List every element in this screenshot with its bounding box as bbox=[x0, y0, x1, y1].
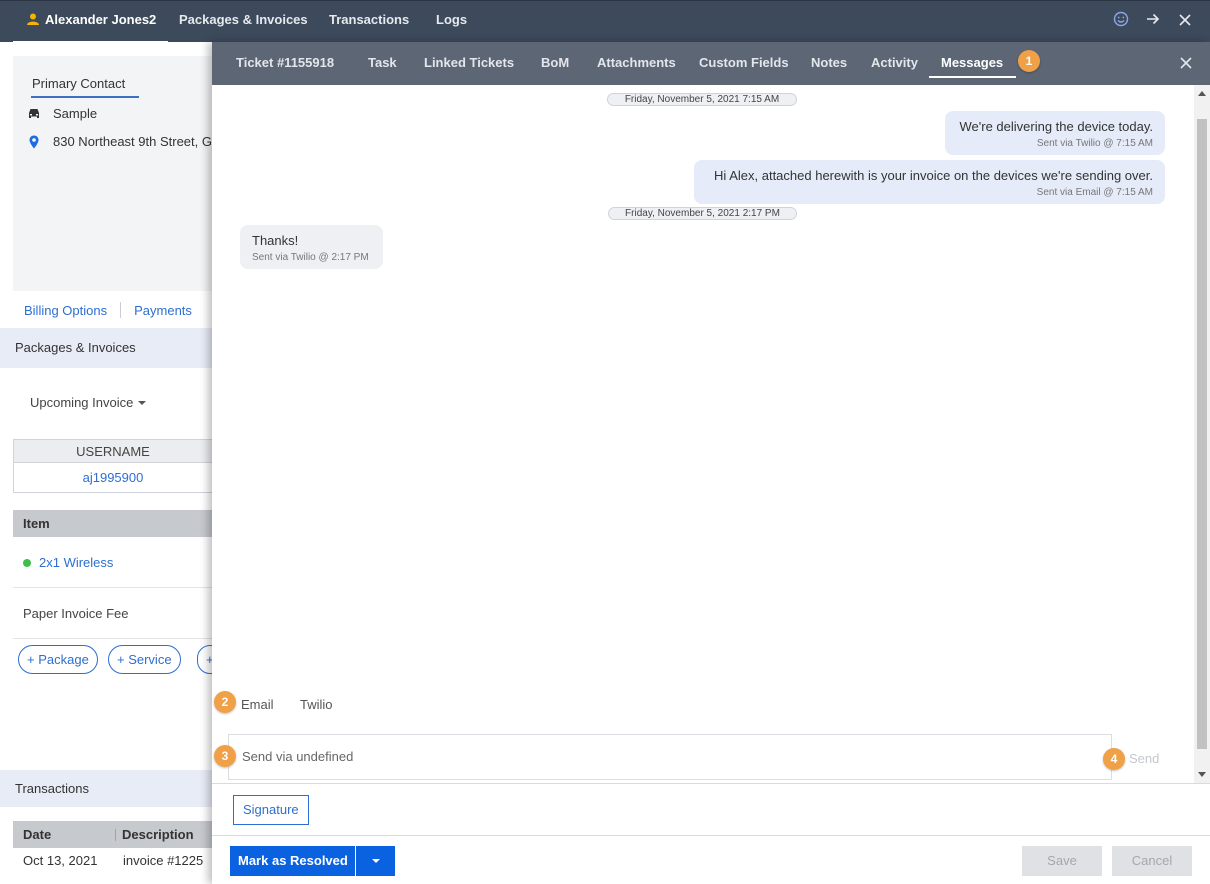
item-name: Paper Invoice Fee bbox=[23, 606, 129, 621]
ticket-modal: Ticket #1155918 Task Linked Tickets BoM … bbox=[212, 42, 1210, 884]
contact-card: Primary Contact Sample 830 Northeast 9th… bbox=[13, 56, 212, 291]
message-text: Thanks! bbox=[252, 233, 299, 248]
tab-customer[interactable]: Alexander Jones2 bbox=[13, 1, 169, 43]
message-meta: Sent via Email @ 7:15 AM bbox=[1036, 187, 1153, 198]
scroll-down-icon[interactable] bbox=[1198, 772, 1206, 777]
cancel-button[interactable]: Cancel bbox=[1112, 846, 1192, 876]
mark-as-resolved-button[interactable]: Mark as Resolved bbox=[230, 846, 356, 876]
tab-custom-fields[interactable]: Custom Fields bbox=[699, 42, 789, 85]
upcoming-invoice-dropdown[interactable]: Upcoming Invoice bbox=[30, 395, 147, 410]
upcoming-invoice-label: Upcoming Invoice bbox=[30, 395, 134, 410]
tab-packages-invoices[interactable]: Packages & Invoices bbox=[179, 1, 308, 43]
transactions-table: Date Description Oct 13, 2021 invoice #1… bbox=[13, 821, 212, 874]
tab-attachments[interactable]: Attachments bbox=[597, 42, 676, 85]
modal-footer: Mark as Resolved Save Cancel bbox=[212, 835, 1210, 884]
message-meta: Sent via Twilio @ 7:15 AM bbox=[1036, 138, 1153, 149]
tab-task[interactable]: Task bbox=[368, 42, 397, 85]
user-icon bbox=[27, 13, 39, 25]
scrollbar-thumb[interactable] bbox=[1197, 119, 1207, 749]
message-bubble-outgoing: Hi Alex, attached herewith is your invoi… bbox=[694, 160, 1165, 204]
item-column-header: Item bbox=[13, 510, 212, 537]
description-column-header: Description bbox=[122, 827, 194, 842]
contact-address-row: 830 Northeast 9th Street, G bbox=[27, 134, 212, 149]
payments-link[interactable]: Payments bbox=[134, 303, 192, 318]
message-meta: Sent via Twilio @ 2:17 PM bbox=[252, 252, 369, 263]
step-badge-2: 2 bbox=[214, 691, 236, 713]
username-link[interactable]: aj1995900 bbox=[14, 463, 212, 492]
tab-activity[interactable]: Activity bbox=[871, 42, 918, 85]
item-name: 2x1 Wireless bbox=[39, 555, 114, 570]
caret-down-icon bbox=[372, 859, 380, 863]
add-more-button[interactable]: + bbox=[197, 645, 212, 674]
primary-contact-tab[interactable]: Primary Contact bbox=[31, 76, 139, 98]
send-button[interactable]: Send bbox=[1129, 751, 1159, 766]
status-dot bbox=[23, 558, 31, 567]
channel-email[interactable]: Email bbox=[241, 697, 274, 712]
tab-transactions[interactable]: Transactions bbox=[329, 1, 409, 43]
message-text: We're delivering the device today. bbox=[959, 119, 1154, 134]
tab-customer-label: Alexander Jones2 bbox=[45, 12, 157, 27]
arrow-right-icon[interactable] bbox=[1144, 12, 1162, 31]
message-bubble-outgoing: We're delivering the device today. Sent … bbox=[945, 111, 1165, 155]
save-button[interactable]: Save bbox=[1022, 846, 1102, 876]
tab-messages[interactable]: Messages bbox=[941, 42, 1003, 85]
message-scrollbar[interactable] bbox=[1194, 85, 1210, 783]
item-row-paper-fee: Paper Invoice Fee bbox=[13, 589, 212, 639]
add-package-button[interactable]: + Package bbox=[18, 645, 98, 674]
transactions-header: Transactions bbox=[0, 770, 212, 807]
transaction-date: Oct 13, 2021 bbox=[23, 853, 98, 868]
billing-links: Billing Options Payments bbox=[24, 302, 192, 318]
customer-page-background: Primary Contact Sample 830 Northeast 9th… bbox=[0, 42, 212, 884]
close-icon[interactable] bbox=[1176, 13, 1194, 31]
packages-invoices-header: Packages & Invoices bbox=[0, 328, 212, 368]
username-table: USERNAME aj1995900 bbox=[13, 439, 212, 493]
smiley-icon[interactable] bbox=[1112, 11, 1130, 32]
tab-ticket[interactable]: Ticket #1155918 bbox=[236, 42, 334, 85]
add-service-button[interactable]: + Service bbox=[108, 645, 181, 674]
contact-name: Sample bbox=[53, 106, 98, 121]
signature-bar: Signature bbox=[212, 783, 1210, 835]
item-row-wireless[interactable]: 2x1 Wireless bbox=[13, 538, 212, 588]
divider bbox=[120, 302, 122, 318]
username-column-header: USERNAME bbox=[14, 440, 212, 463]
message-text: Hi Alex, attached herewith is your invoi… bbox=[714, 168, 1153, 183]
close-icon[interactable] bbox=[1180, 54, 1192, 74]
resolve-dropdown-button[interactable] bbox=[355, 846, 395, 876]
ticket-tabs: Ticket #1155918 Task Linked Tickets BoM … bbox=[212, 42, 1210, 85]
caret-down-icon bbox=[138, 401, 147, 405]
message-thread: Friday, November 5, 2021 7:15 AM We're d… bbox=[212, 85, 1194, 783]
date-column-header: Date bbox=[13, 828, 116, 841]
channel-twilio[interactable]: Twilio bbox=[300, 697, 333, 712]
scroll-up-icon[interactable] bbox=[1198, 91, 1206, 96]
step-badge-4: 4 bbox=[1103, 748, 1125, 770]
date-separator: Friday, November 5, 2021 7:15 AM bbox=[607, 93, 797, 106]
location-pin-icon bbox=[29, 135, 39, 148]
car-icon bbox=[29, 108, 39, 118]
contact-name-row: Sample bbox=[27, 106, 97, 121]
top-navigation-bar: Alexander Jones2 Packages & Invoices Tra… bbox=[0, 0, 1210, 43]
tab-notes[interactable]: Notes bbox=[811, 42, 847, 85]
step-badge-3: 3 bbox=[214, 745, 236, 767]
billing-options-link[interactable]: Billing Options bbox=[24, 303, 107, 318]
tab-logs[interactable]: Logs bbox=[436, 1, 467, 43]
message-bubble-incoming: Thanks! Sent via Twilio @ 2:17 PM bbox=[240, 225, 383, 269]
signature-button[interactable]: Signature bbox=[233, 795, 309, 825]
active-tab-indicator bbox=[929, 76, 1016, 78]
transactions-header-row: Date Description bbox=[13, 821, 212, 848]
step-badge-1: 1 bbox=[1018, 50, 1040, 72]
date-separator: Friday, November 5, 2021 2:17 PM bbox=[608, 207, 797, 220]
tab-bom[interactable]: BoM bbox=[541, 42, 569, 85]
message-input[interactable]: Send via undefined bbox=[228, 734, 1112, 780]
contact-address: 830 Northeast 9th Street, G bbox=[53, 134, 212, 149]
transaction-description: invoice #1225 bbox=[123, 853, 204, 868]
table-row[interactable]: Oct 13, 2021 invoice #1225 bbox=[13, 848, 212, 874]
tab-linked-tickets[interactable]: Linked Tickets bbox=[424, 42, 514, 85]
